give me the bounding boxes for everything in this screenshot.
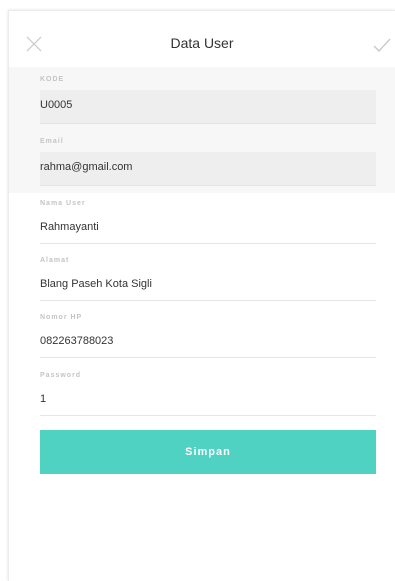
header: Data User bbox=[9, 11, 395, 67]
password-input[interactable]: 1 bbox=[40, 386, 376, 416]
save-button[interactable]: Simpan bbox=[40, 430, 376, 474]
user-form-panel: Data User KODE U0005 Email rahma@gmail.c… bbox=[8, 10, 395, 581]
alamat-label: Alamat bbox=[40, 257, 70, 264]
nomor-hp-input[interactable]: 082263788023 bbox=[40, 328, 376, 358]
nama-user-field[interactable]: Nama User Rahmayanti bbox=[40, 199, 376, 244]
password-field[interactable]: Password 1 bbox=[40, 371, 376, 416]
alamat-field[interactable]: Alamat Blang Paseh Kota Sigli bbox=[40, 256, 376, 301]
email-value: rahma@gmail.com bbox=[40, 152, 376, 186]
email-field: Email rahma@gmail.com bbox=[40, 137, 376, 186]
email-label: Email bbox=[40, 138, 64, 145]
nomor-hp-field[interactable]: Nomor HP 082263788023 bbox=[40, 313, 376, 358]
page-title: Data User bbox=[170, 35, 234, 51]
nama-user-input[interactable]: Rahmayanti bbox=[40, 214, 376, 244]
nomor-hp-label: Nomor HP bbox=[40, 314, 83, 321]
kode-label: KODE bbox=[40, 76, 65, 83]
nama-user-label: Nama User bbox=[40, 200, 86, 207]
alamat-input[interactable]: Blang Paseh Kota Sigli bbox=[40, 271, 376, 301]
kode-value: U0005 bbox=[40, 90, 376, 124]
check-icon[interactable] bbox=[373, 38, 391, 52]
kode-field: KODE U0005 bbox=[40, 75, 376, 124]
password-label: Password bbox=[40, 372, 82, 379]
